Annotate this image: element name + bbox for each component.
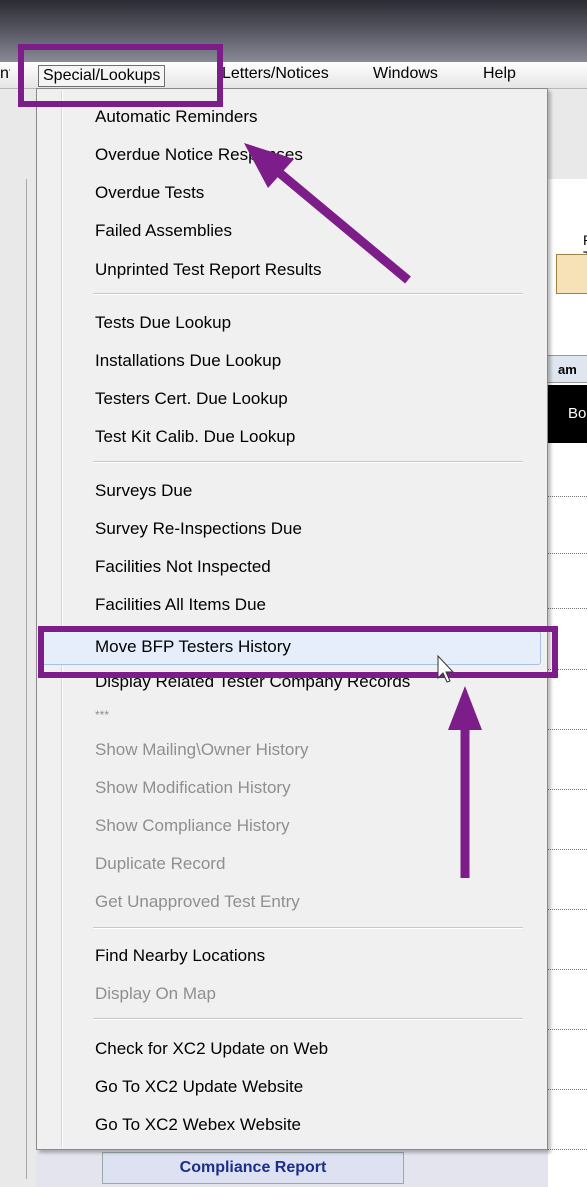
special-lookups-dropdown: Automatic Reminders Overdue Notice Respo… (36, 88, 548, 1150)
menu-separator (93, 927, 523, 929)
menu-item-installations-due-lookup[interactable]: Installations Due Lookup (95, 346, 281, 376)
menu-item-stars: *** (95, 708, 110, 722)
grid-row-line (548, 1149, 587, 1150)
menu-item-survey-reinspections-due[interactable]: Survey Re-Inspections Due (95, 514, 302, 544)
annotation-box-move-bfp-testers (38, 626, 558, 678)
menu-item-testers-cert-due-lookup[interactable]: Testers Cert. Due Lookup (95, 384, 288, 414)
menu-item-unprinted-test-report-results[interactable]: Unprinted Test Report Results (95, 255, 321, 285)
menu-help[interactable]: Help (483, 65, 516, 83)
right-panel-top (548, 89, 587, 179)
panel-edge (26, 179, 33, 1179)
menu-item-show-mailing-owner-history[interactable]: Show Mailing\Owner History (95, 735, 309, 765)
grid-row-line (548, 608, 587, 609)
menu-item-overdue-notice-responses[interactable]: Overdue Notice Responses (95, 140, 303, 170)
compliance-report-button[interactable]: Compliance Report (102, 1152, 404, 1184)
menu-separator (93, 1018, 523, 1020)
background-left-panel (0, 89, 36, 1187)
menu-file-fragment[interactable]: nt (0, 65, 10, 83)
menu-item-find-nearby-locations[interactable]: Find Nearby Locations (95, 941, 265, 971)
menu-item-check-for-xc2-update[interactable]: Check for XC2 Update on Web (95, 1034, 328, 1064)
menu-item-test-kit-calib-due-lookup[interactable]: Test Kit Calib. Due Lookup (95, 422, 295, 452)
grid-row-line (548, 849, 587, 850)
menu-windows[interactable]: Windows (373, 65, 438, 83)
menu-separator (93, 293, 523, 295)
grid-column-header: am (548, 355, 587, 383)
menu-item-go-to-xc2-update-website[interactable]: Go To XC2 Update Website (95, 1072, 303, 1102)
grid-row-line (548, 909, 587, 910)
menu-separator (93, 461, 523, 463)
grid-dark-row: Bo (548, 385, 587, 443)
toolbar-button-icon[interactable] (556, 254, 587, 294)
grid-row-line (548, 969, 587, 970)
grid-row-line (548, 789, 587, 790)
menu-item-failed-assemblies[interactable]: Failed Assemblies (95, 216, 232, 246)
menu-item-go-to-xc2-webex-website[interactable]: Go To XC2 Webex Website (95, 1110, 301, 1140)
grid-row-line (548, 1029, 587, 1030)
grid-row-line (548, 1089, 587, 1090)
menu-item-facilities-all-items-due[interactable]: Facilities All Items Due (95, 590, 266, 620)
annotation-box-special-lookups (18, 44, 223, 107)
menu-icon-gutter (61, 91, 63, 1147)
background-bottom-strip: Compliance Report (36, 1150, 548, 1187)
menu-letters-notices[interactable]: Letters/Notices (222, 65, 329, 83)
menu-item-facilities-not-inspected[interactable]: Facilities Not Inspected (95, 552, 271, 582)
grid-row-line (548, 553, 587, 554)
menu-item-tests-due-lookup[interactable]: Tests Due Lookup (95, 308, 231, 338)
menu-item-get-unapproved-test-entry[interactable]: Get Unapproved Test Entry (95, 887, 300, 917)
menu-item-display-on-map[interactable]: Display On Map (95, 979, 216, 1009)
grid-row-line (548, 496, 587, 497)
menu-item-show-compliance-history[interactable]: Show Compliance History (95, 811, 290, 841)
menu-item-duplicate-record[interactable]: Duplicate Record (95, 849, 225, 879)
menu-item-show-modification-history[interactable]: Show Modification History (95, 773, 291, 803)
menu-item-overdue-tests[interactable]: Overdue Tests (95, 178, 204, 208)
grid-row-line (548, 729, 587, 730)
menu-item-surveys-due[interactable]: Surveys Due (95, 476, 192, 506)
